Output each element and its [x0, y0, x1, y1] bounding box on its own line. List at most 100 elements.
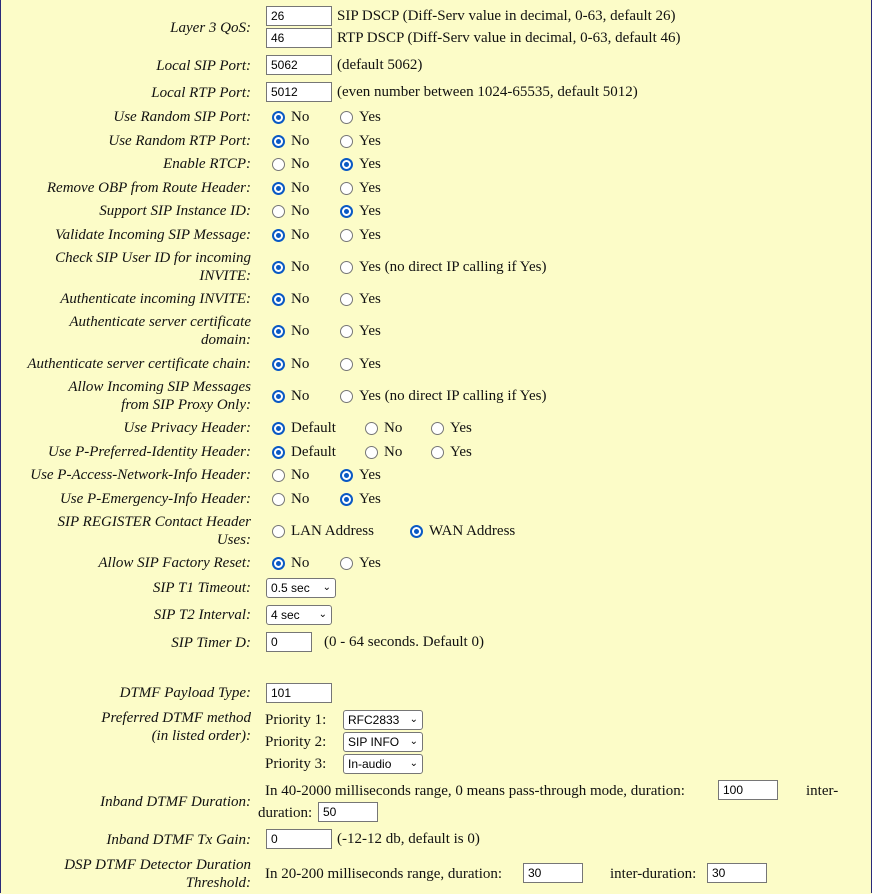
priority-2-select[interactable]: SIP INFO ⌄ — [343, 732, 423, 752]
sip-register-contact-header-option-label: WAN Address — [429, 523, 516, 539]
remove-obp-from-route-header-option-label: No — [291, 180, 310, 196]
dsp-dtmf-inter-duration-label: inter-duration: — [610, 866, 697, 882]
enable-rtcp-radio-yes[interactable] — [340, 158, 353, 171]
sip-t1-timeout-label: SIP T1 Timeout: — [152, 580, 251, 596]
authenticate-incoming-invite-radio-no[interactable] — [272, 293, 285, 306]
use-privacy-header-option-label: Yes — [450, 420, 472, 436]
check-sip-user-id-for-incoming-radio-no[interactable] — [272, 261, 285, 274]
use-p-preferred-identity-header-option-label: Yes — [450, 444, 472, 460]
sip-timer-d-input[interactable]: 0 — [266, 632, 312, 652]
enable-rtcp-option-label: Yes — [359, 156, 381, 172]
check-sip-user-id-for-incoming-option-label: No — [291, 259, 310, 275]
inband-dtmf-tx-gain-label: Inband DTMF Tx Gain: — [106, 832, 251, 848]
use-p-preferred-identity-header-radio-no[interactable] — [365, 446, 378, 459]
remove-obp-from-route-header-option-label: Yes — [359, 180, 381, 196]
validate-incoming-sip-message-radio-no[interactable] — [272, 229, 285, 242]
priority-1-select[interactable]: RFC2833 ⌄ — [343, 710, 423, 730]
authenticate-server-certificate-radio-yes[interactable] — [340, 325, 353, 338]
sip-register-contact-header-label-line2: Uses: — [216, 532, 251, 548]
use-p-preferred-identity-header-radio-yes[interactable] — [431, 446, 444, 459]
use-p-access-network-info-header-radio-no[interactable] — [272, 469, 285, 482]
sip-register-contact-header-radio-wan-address[interactable] — [410, 525, 423, 538]
priority-3-select[interactable]: In-audio ⌄ — [343, 754, 423, 774]
authenticate-incoming-invite-option-label: Yes — [359, 291, 381, 307]
support-sip-instance-id-radio-yes[interactable] — [340, 205, 353, 218]
check-sip-user-id-for-incoming-option-label: Yes (no direct IP calling if Yes) — [359, 259, 547, 275]
priority-3-label: Priority 3: — [265, 756, 327, 772]
chevron-down-icon: ⌄ — [318, 609, 327, 620]
remove-obp-from-route-header-radio-no[interactable] — [272, 182, 285, 195]
authenticate-server-certificate-chain-radio-yes[interactable] — [340, 358, 353, 371]
authenticate-incoming-invite-radio-yes[interactable] — [340, 293, 353, 306]
authenticate-server-certificate-label-line2: domain: — [201, 332, 251, 348]
use-privacy-header-radio-no[interactable] — [365, 422, 378, 435]
dtmf-payload-type-input[interactable]: 101 — [266, 683, 332, 703]
allow-incoming-sip-messages-radio-no[interactable] — [272, 390, 285, 403]
use-p-access-network-info-header-label: Use P-Access-Network-Info Header: — [30, 467, 251, 483]
sip-t2-interval-select[interactable]: 4 sec ⌄ — [266, 605, 332, 625]
local-rtp-port-label: Local RTP Port: — [151, 85, 251, 101]
use-p-preferred-identity-header-radio-default[interactable] — [272, 446, 285, 459]
local-sip-port-hint: (default 5062) — [337, 57, 423, 73]
use-random-rtp-port-radio-no[interactable] — [272, 135, 285, 148]
dsp-dtmf-inter-duration-input[interactable]: 30 — [707, 863, 767, 883]
allow-sip-factory-reset-radio-no[interactable] — [272, 557, 285, 570]
sip-dscp-description: SIP DSCP (Diff-Serv value in decimal, 0-… — [337, 8, 676, 24]
local-sip-port-input[interactable]: 5062 — [266, 55, 332, 75]
allow-sip-factory-reset-radio-yes[interactable] — [340, 557, 353, 570]
rtp-dscp-input[interactable]: 46 — [266, 28, 332, 48]
use-privacy-header-radio-yes[interactable] — [431, 422, 444, 435]
support-sip-instance-id-radio-no[interactable] — [272, 205, 285, 218]
chevron-down-icon: ⌄ — [322, 582, 331, 593]
use-random-rtp-port-radio-yes[interactable] — [340, 135, 353, 148]
priority-1-label: Priority 1: — [265, 712, 327, 728]
authenticate-incoming-invite-label: Authenticate incoming INVITE: — [60, 291, 251, 307]
use-random-rtp-port-label: Use Random RTP Port: — [108, 133, 251, 149]
chevron-down-icon: ⌄ — [409, 736, 418, 747]
use-random-sip-port-radio-yes[interactable] — [340, 111, 353, 124]
validate-incoming-sip-message-label: Validate Incoming SIP Message: — [55, 227, 251, 243]
sip-register-contact-header-radio-lan-address[interactable] — [272, 525, 285, 538]
local-rtp-port-hint: (even number between 1024-65535, default… — [337, 84, 638, 100]
inband-dtmf-inter-duration-input[interactable]: 50 — [318, 802, 378, 822]
validate-incoming-sip-message-radio-yes[interactable] — [340, 229, 353, 242]
sip-dscp-input[interactable]: 26 — [266, 6, 332, 26]
authenticate-server-certificate-label-line1: Authenticate server certificate — [69, 314, 251, 330]
use-random-sip-port-option-label: No — [291, 109, 310, 125]
priority-3-value: In-audio — [348, 757, 392, 771]
chevron-down-icon: ⌄ — [409, 758, 418, 769]
authenticate-incoming-invite-option-label: No — [291, 291, 310, 307]
use-p-emergency-info-header-option-label: No — [291, 491, 310, 507]
authenticate-server-certificate-option-label: No — [291, 323, 310, 339]
allow-incoming-sip-messages-radio-yes-no-direct-ip-calling-if-yes[interactable] — [340, 390, 353, 403]
use-p-emergency-info-header-radio-no[interactable] — [272, 493, 285, 506]
check-sip-user-id-for-incoming-radio-yes-no-direct-ip-calling-if-yes[interactable] — [340, 261, 353, 274]
use-p-access-network-info-header-radio-yes[interactable] — [340, 469, 353, 482]
check-sip-user-id-for-incoming-label-line1: Check SIP User ID for incoming — [55, 250, 251, 266]
sip-t1-timeout-select[interactable]: 0.5 sec ⌄ — [266, 578, 336, 598]
settings-panel: Layer 3 QoS: 26 SIP DSCP (Diff-Serv valu… — [0, 0, 872, 893]
dsp-dtmf-duration-input[interactable]: 30 — [523, 863, 583, 883]
authenticate-server-certificate-radio-no[interactable] — [272, 325, 285, 338]
use-random-sip-port-radio-no[interactable] — [272, 111, 285, 124]
enable-rtcp-radio-no[interactable] — [272, 158, 285, 171]
priority-1-value: RFC2833 — [348, 713, 400, 727]
priority-2-value: SIP INFO — [348, 735, 400, 749]
remove-obp-from-route-header-radio-yes[interactable] — [340, 182, 353, 195]
use-p-preferred-identity-header-option-label: Default — [291, 444, 336, 460]
use-privacy-header-radio-default[interactable] — [272, 422, 285, 435]
inband-dtmf-tx-gain-input[interactable]: 0 — [266, 829, 332, 849]
dtmf-method-label-line1: Preferred DTMF method — [101, 710, 251, 726]
inband-dtmf-tx-gain-hint: (-12-12 db, default is 0) — [337, 831, 480, 847]
local-rtp-port-input[interactable]: 5012 — [266, 82, 332, 102]
local-sip-port-label: Local SIP Port: — [156, 58, 251, 74]
authenticate-server-certificate-chain-radio-no[interactable] — [272, 358, 285, 371]
sip-register-contact-header-label-line1: SIP REGISTER Contact Header — [57, 514, 251, 530]
sip-timer-d-label: SIP Timer D: — [171, 635, 251, 651]
inband-dtmf-duration-input[interactable]: 100 — [718, 780, 778, 800]
use-p-emergency-info-header-radio-yes[interactable] — [340, 493, 353, 506]
priority-2-label: Priority 2: — [265, 734, 327, 750]
sip-t2-interval-label: SIP T2 Interval: — [153, 607, 251, 623]
allow-incoming-sip-messages-option-label: No — [291, 388, 310, 404]
rtp-dscp-description: RTP DSCP (Diff-Serv value in decimal, 0-… — [337, 30, 681, 46]
